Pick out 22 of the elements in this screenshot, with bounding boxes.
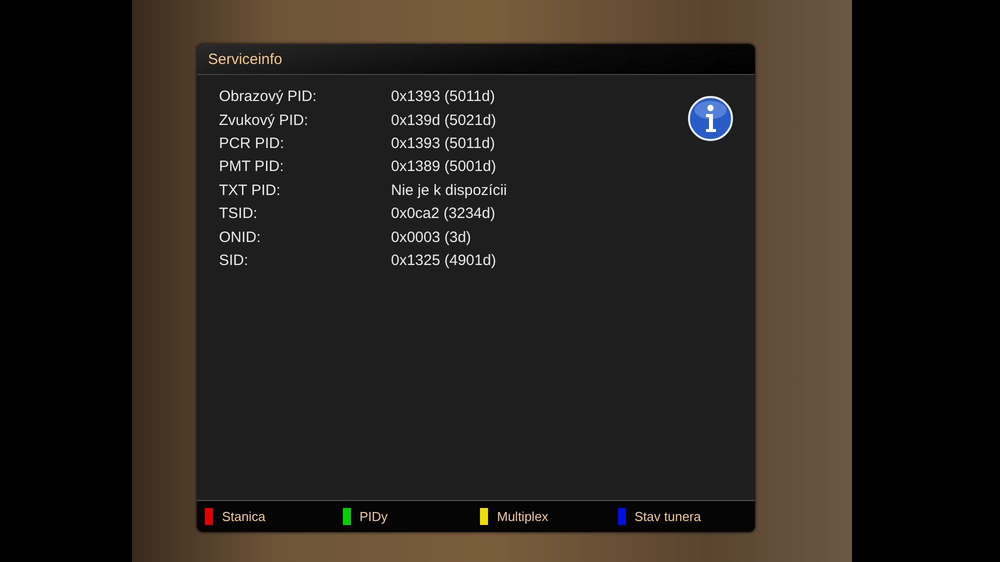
field-value: 0x0ca2 (3234d) bbox=[391, 205, 496, 222]
field-label: ONID: bbox=[219, 228, 262, 246]
field-label: SID: bbox=[219, 252, 250, 269]
field-label: PCR PID: bbox=[219, 134, 286, 152]
field-value: 0x139d (5021d) bbox=[391, 112, 496, 129]
info-icon bbox=[688, 96, 733, 141]
field-value: 0x1389 (5001d) bbox=[391, 158, 496, 176]
field-value: Nie je k dispozícii bbox=[391, 182, 507, 199]
dialog-title: Serviceinfo bbox=[208, 50, 282, 68]
color-key-label: Stanica bbox=[222, 509, 266, 524]
field-label: TSID: bbox=[219, 205, 258, 222]
field-value: 0x1325 (4901d) bbox=[391, 252, 496, 269]
color-key-label: Stav tunera bbox=[634, 509, 701, 524]
color-key-label: Multiplex bbox=[497, 509, 548, 524]
field-value: 0x1393 (5011d) bbox=[391, 134, 495, 152]
field-label: TXT PID: bbox=[219, 182, 282, 199]
field-label: Zvukový PID: bbox=[219, 112, 310, 129]
field-value: 0x1393 (5011d) bbox=[391, 88, 495, 106]
field-value: 0x0003 (3d) bbox=[391, 228, 472, 246]
field-label: PMT PID: bbox=[219, 158, 285, 176]
color-key-label: PIDy bbox=[360, 509, 388, 524]
field-label: Obrazový PID: bbox=[219, 88, 318, 106]
